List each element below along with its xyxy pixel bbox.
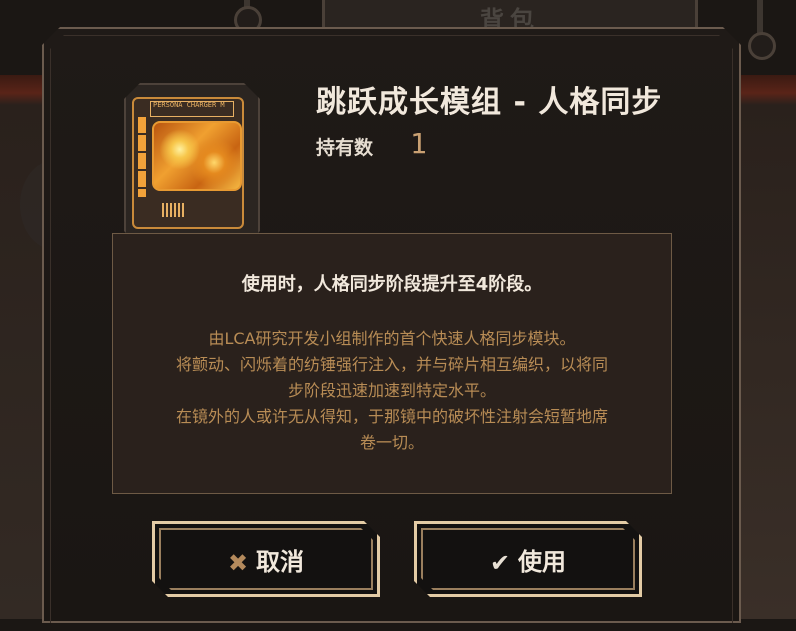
item-icon-frame: PERSONA CHARGER M	[124, 83, 260, 247]
close-icon: ✖	[227, 549, 249, 577]
item-card-barcode	[162, 203, 186, 217]
held-count-value: 1	[410, 127, 427, 160]
use-button-content: ✔ 使用	[417, 542, 639, 577]
flavor-line: 将颤动、闪烁着的纺锤强行注入，并与碎片相互编织，以将同	[175, 355, 608, 374]
cancel-button[interactable]: ✖ 取消	[152, 521, 380, 597]
item-card-bars	[138, 117, 146, 197]
item-description-box: 使用时，人格同步阶段提升至4阶段。 由LCA研究开发小组制作的首个快速人格同步模…	[112, 233, 672, 494]
held-count-label: 持有数	[316, 137, 374, 159]
cancel-button-label: 取消	[256, 548, 305, 576]
background-knob	[748, 32, 776, 60]
item-use-dialog: PERSONA CHARGER M 跳跃成长模组 - 人格同步 持有数 1 使用…	[42, 27, 741, 623]
item-card-label: PERSONA CHARGER M	[150, 101, 234, 117]
background-right-panel	[736, 75, 796, 619]
flavor-line: 步阶段迅速加速到特定水平。	[287, 381, 496, 400]
cancel-button-content: ✖ 取消	[155, 542, 377, 577]
item-flavor-text: 由LCA研究开发小组制作的首个快速人格同步模块。 将颤动、闪烁着的纺锤强行注入，…	[133, 326, 651, 456]
use-button-label: 使用	[518, 548, 567, 576]
flavor-line: 在镜外的人或许无从得知，于那镜中的破坏性注射会短暂地席	[175, 407, 608, 426]
item-title: 跳跃成长模组 - 人格同步	[316, 85, 663, 120]
check-icon: ✔	[489, 549, 511, 577]
flavor-line: 卷一切。	[359, 433, 424, 452]
use-button[interactable]: ✔ 使用	[414, 521, 642, 597]
item-effect-text: 使用时，人格同步阶段提升至4阶段。	[241, 274, 543, 295]
item-card-core	[152, 121, 242, 191]
sync-module-card-icon: PERSONA CHARGER M	[132, 97, 244, 229]
flavor-line: 由LCA研究开发小组制作的首个快速人格同步模块。	[208, 329, 576, 348]
